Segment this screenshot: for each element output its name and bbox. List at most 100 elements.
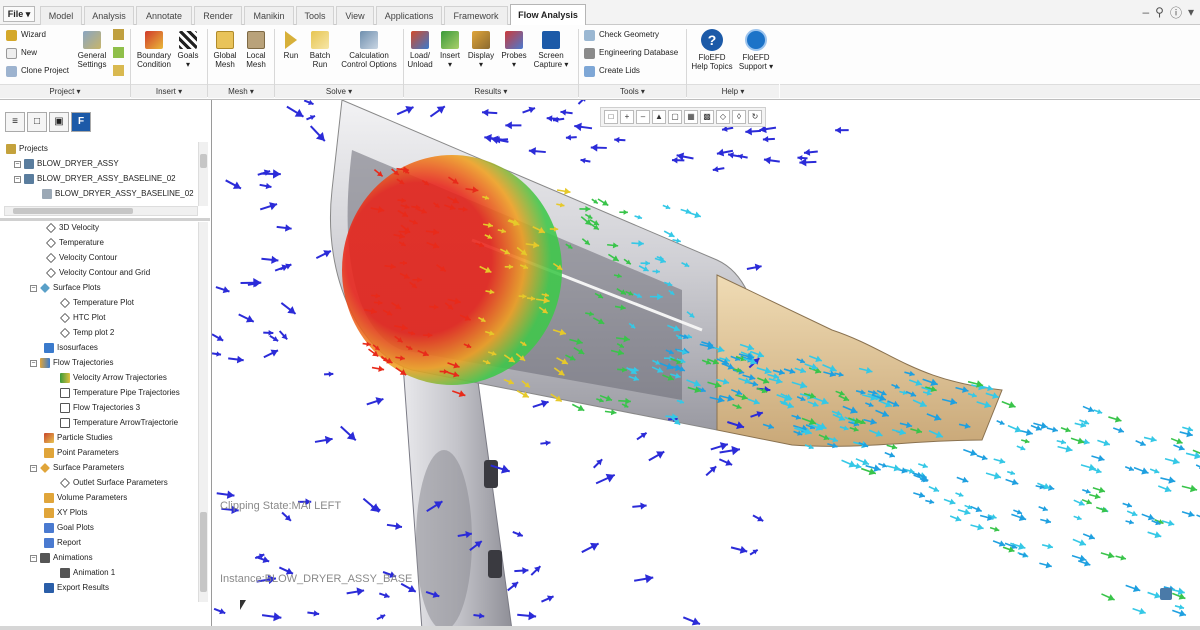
- zoom-in-icon[interactable]: +: [620, 110, 634, 124]
- scroll-thumb[interactable]: [200, 154, 207, 168]
- chevron-down-icon[interactable]: ▾: [1188, 5, 1194, 19]
- zoom-out-icon[interactable]: –: [636, 110, 650, 124]
- group-label-help[interactable]: Help ▾: [687, 84, 779, 98]
- scroll-thumb[interactable]: [13, 208, 133, 214]
- local-mesh-button[interactable]: Local Mesh: [242, 31, 270, 69]
- saved-views-icon[interactable]: ▦: [684, 110, 698, 124]
- horizontal-scrollbar[interactable]: [4, 206, 198, 216]
- collapse-icon[interactable]: –: [14, 160, 21, 168]
- tree-item[interactable]: Temp plot 2: [60, 326, 114, 340]
- collapse-icon[interactable]: –: [14, 175, 21, 183]
- tree-item[interactable]: Point Parameters: [44, 446, 119, 460]
- tree-item[interactable]: Outlet Surface Parameters: [60, 476, 168, 490]
- spin-center-icon[interactable]: ↻: [748, 110, 762, 124]
- collapse-icon[interactable]: –: [30, 554, 37, 562]
- results-tree-scrollbar[interactable]: [198, 222, 208, 602]
- results-insert-button[interactable]: Insert ▾: [438, 31, 462, 69]
- wizard-button[interactable]: Wizard: [6, 29, 46, 41]
- tree-item[interactable]: XY Plots: [44, 506, 88, 520]
- tree-item[interactable]: 3D Velocity: [46, 221, 99, 235]
- tab-render[interactable]: Render: [194, 6, 242, 25]
- tree-item[interactable]: – Surface Plots: [30, 281, 101, 295]
- tab-framework[interactable]: Framework: [444, 6, 508, 25]
- tree-item[interactable]: Animation 1: [60, 566, 115, 580]
- project-tree-scrollbar[interactable]: [198, 142, 208, 206]
- scroll-thumb[interactable]: [200, 512, 207, 592]
- check-geometry-button[interactable]: Check Geometry: [584, 29, 659, 41]
- tree-item[interactable]: HTC Plot: [60, 311, 105, 325]
- tree-item[interactable]: Temperature ArrowTrajectorie: [60, 416, 178, 430]
- group-label-insert[interactable]: Insert ▾: [131, 84, 207, 98]
- group-label-project[interactable]: Project ▾: [0, 84, 130, 98]
- help-topics-button[interactable]: ? FloEFD Help Topics: [690, 29, 734, 71]
- folder-tab[interactable]: □: [27, 112, 47, 132]
- boundary-condition-button[interactable]: Boundary Condition: [135, 31, 173, 69]
- help-circle-icon[interactable]: ⓘ: [1170, 4, 1182, 21]
- tree-item[interactable]: Velocity Contour: [46, 251, 117, 265]
- model-tree-tab[interactable]: ≡: [5, 112, 25, 132]
- annotations-icon[interactable]: ◊: [732, 110, 746, 124]
- group-label-solve[interactable]: Solve ▾: [275, 84, 403, 98]
- tab-analysis[interactable]: Analysis: [84, 6, 134, 25]
- tree-item[interactable]: Goal Plots: [44, 521, 94, 535]
- collapse-icon[interactable]: –: [30, 464, 37, 472]
- small-tool-icon[interactable]: [113, 29, 124, 40]
- small-tool-icon[interactable]: [113, 47, 124, 58]
- batch-run-button[interactable]: Batch Run: [306, 31, 334, 69]
- collapse-icon[interactable]: –: [30, 284, 37, 292]
- display-button[interactable]: Display ▾: [466, 31, 496, 69]
- tree-item[interactable]: Temperature Plot: [60, 296, 134, 310]
- collapse-icon[interactable]: –: [30, 359, 37, 367]
- tree-item[interactable]: – Animations: [30, 551, 93, 565]
- layer-tab[interactable]: ▣: [49, 112, 69, 132]
- tab-model[interactable]: Model: [40, 6, 82, 25]
- tree-item[interactable]: – BLOW_DRYER_ASSY: [14, 157, 119, 171]
- group-label-mesh[interactable]: Mesh ▾: [208, 84, 274, 98]
- datum-display-icon[interactable]: ◇: [716, 110, 730, 124]
- calculation-control-options-button[interactable]: Calculation Control Options: [338, 31, 400, 69]
- support-button[interactable]: FloEFD Support ▾: [736, 29, 776, 71]
- tree-item[interactable]: Velocity Arrow Trajectories: [60, 371, 167, 385]
- tree-item[interactable]: Temperature: [46, 236, 104, 250]
- view-cube-icon[interactable]: [1160, 588, 1172, 600]
- load-unload-button[interactable]: Load/ Unload: [405, 31, 435, 69]
- tab-tools[interactable]: Tools: [296, 6, 334, 25]
- search-icon[interactable]: ⚲: [1155, 5, 1164, 19]
- tree-item[interactable]: Temperature Pipe Trajectories: [60, 386, 180, 400]
- run-button[interactable]: Run: [279, 31, 303, 60]
- minimize-icon[interactable]: –: [1142, 5, 1149, 19]
- create-lids-button[interactable]: Create Lids: [584, 65, 640, 77]
- group-label-tools[interactable]: Tools ▾: [579, 84, 686, 98]
- tab-annotate[interactable]: Annotate: [136, 6, 192, 25]
- engineering-database-button[interactable]: Engineering Database: [584, 47, 678, 59]
- tree-item[interactable]: Report: [44, 536, 81, 550]
- view-orient-icon[interactable]: ▢: [668, 110, 682, 124]
- zoom-fit-icon[interactable]: □: [604, 110, 618, 124]
- small-tool-icon[interactable]: [113, 65, 124, 76]
- tab-flow-analysis[interactable]: Flow Analysis: [510, 4, 586, 26]
- tree-item[interactable]: Volume Parameters: [44, 491, 127, 505]
- tree-item[interactable]: Isosurfaces: [44, 341, 98, 355]
- tab-manikin[interactable]: Manikin: [244, 6, 294, 25]
- general-settings-button[interactable]: General Settings: [76, 31, 108, 69]
- group-label-results[interactable]: Results ▾: [404, 84, 578, 98]
- display-style-icon[interactable]: ▩: [700, 110, 714, 124]
- clone-project-button[interactable]: Clone Project: [6, 65, 69, 77]
- tree-item[interactable]: Particle Studies: [44, 431, 113, 445]
- tree-item[interactable]: BLOW_DRYER_ASSY_BASELINE_02: [42, 187, 194, 201]
- tree-item[interactable]: Export Results: [44, 581, 109, 595]
- global-mesh-button[interactable]: Global Mesh: [211, 31, 239, 69]
- tab-applications[interactable]: Applications: [376, 6, 442, 25]
- repaint-icon[interactable]: ▲: [652, 110, 666, 124]
- tree-item[interactable]: Projects: [6, 142, 48, 156]
- probes-button[interactable]: Probes ▾: [499, 31, 529, 69]
- tab-view[interactable]: View: [336, 6, 374, 25]
- tree-item[interactable]: – Surface Parameters: [30, 461, 124, 475]
- tree-item[interactable]: – BLOW_DRYER_ASSY_BASELINE_02: [14, 172, 176, 186]
- new-project-button[interactable]: New: [6, 47, 37, 59]
- tree-item[interactable]: Flow Trajectories 3: [60, 401, 140, 415]
- screen-capture-button[interactable]: Screen Capture ▾: [532, 31, 570, 69]
- flow-analysis-tab[interactable]: F: [71, 112, 91, 132]
- graphics-viewport[interactable]: □ + – ▲ ▢ ▦ ▩ ◇ ◊ ↻ Clipping State:MAI L…: [212, 100, 1200, 626]
- file-menu-button[interactable]: File ▾: [3, 6, 35, 22]
